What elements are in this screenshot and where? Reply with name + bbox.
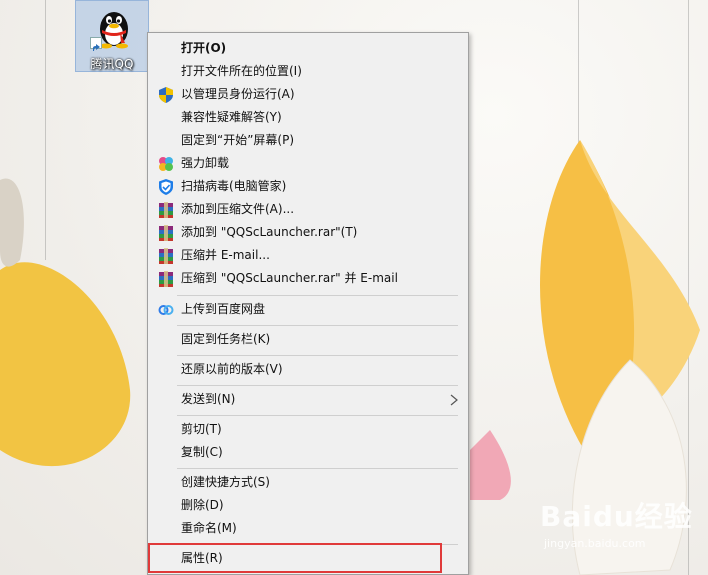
menu-item-cut[interactable]: 剪切(T) — [149, 418, 467, 441]
winrar-icon — [159, 271, 173, 287]
wallpaper-petal-left — [0, 178, 131, 467]
desktop-icon-label: 腾讯QQ — [90, 57, 134, 71]
menu-item-label: 添加到 "QQScLauncher.rar"(T) — [181, 225, 358, 239]
menu-item-label: 压缩并 E-mail... — [181, 248, 270, 262]
baidu-jingyan-watermark: Baidu经验 jingyan.baidu.com — [540, 495, 705, 555]
menu-item-compress-to-rar-email[interactable]: 压缩到 "QQScLauncher.rar" 并 E-mail — [149, 267, 467, 290]
menu-item-label: 剪切(T) — [181, 422, 222, 436]
menu-item-label: 打开(O) — [181, 41, 227, 55]
menu-separator — [177, 415, 458, 416]
menu-item-compress-email[interactable]: 压缩并 E-mail... — [149, 244, 467, 267]
winrar-icon — [159, 248, 173, 264]
watermark-text: Baidu经验 — [540, 500, 693, 533]
menu-item-label: 删除(D) — [181, 498, 224, 512]
menu-item-copy[interactable]: 复制(C) — [149, 441, 467, 464]
menu-item-label: 兼容性疑难解答(Y) — [181, 110, 282, 124]
menu-separator — [177, 468, 458, 469]
chevron-right-icon — [450, 394, 458, 406]
winrar-icon — [159, 225, 173, 241]
menu-item-pin-to-taskbar[interactable]: 固定到任务栏(K) — [149, 328, 467, 351]
qq-desktop-shortcut[interactable]: 腾讯QQ — [75, 0, 149, 72]
menu-item-open[interactable]: 打开(O) — [149, 37, 467, 60]
shortcut-arrow-icon — [90, 37, 102, 51]
menu-item-create-shortcut[interactable]: 创建快捷方式(S) — [149, 471, 467, 494]
menu-separator — [177, 325, 458, 326]
menu-item-add-to-rar[interactable]: 添加到 "QQScLauncher.rar"(T) — [149, 221, 467, 244]
wallpaper-string — [578, 0, 579, 150]
menu-item-label: 添加到压缩文件(A)... — [181, 202, 295, 216]
watermark-url: jingyan.baidu.com — [544, 537, 646, 550]
context-menu: 打开(O) 打开文件所在的位置(I) 以管理员身份运行(A) 兼容性疑难解答(Y… — [147, 32, 469, 575]
menu-item-label: 重命名(M) — [181, 521, 237, 535]
menu-item-delete[interactable]: 删除(D) — [149, 494, 467, 517]
menu-item-label: 创建快捷方式(S) — [181, 475, 270, 489]
menu-item-send-to[interactable]: 发送到(N) — [149, 388, 467, 411]
menu-item-restore-previous-versions[interactable]: 还原以前的版本(V) — [149, 358, 467, 381]
menu-item-label: 上传到百度网盘 — [181, 302, 266, 316]
menu-item-virus-scan[interactable]: 扫描病毒(电脑管家) — [149, 175, 467, 198]
menu-item-label: 扫描病毒(电脑管家) — [181, 179, 287, 193]
menu-item-label: 复制(C) — [181, 445, 223, 459]
menu-item-label: 还原以前的版本(V) — [181, 362, 283, 376]
menu-item-label: 压缩到 "QQScLauncher.rar" 并 E-mail — [181, 271, 398, 285]
menu-item-run-as-admin[interactable]: 以管理员身份运行(A) — [149, 83, 467, 106]
winrar-icon — [159, 202, 173, 218]
menu-item-compat-troubleshoot[interactable]: 兼容性疑难解答(Y) — [149, 106, 467, 129]
menu-item-label: 强力卸载 — [181, 156, 230, 170]
menu-separator — [177, 295, 458, 296]
menu-item-label: 固定到任务栏(K) — [181, 332, 271, 346]
menu-item-force-uninstall[interactable]: 强力卸载 — [149, 152, 467, 175]
menu-item-add-to-archive[interactable]: 添加到压缩文件(A)... — [149, 198, 467, 221]
menu-item-label: 固定到“开始”屏幕(P) — [181, 133, 295, 147]
pc-manager-shield-icon — [159, 179, 173, 195]
menu-separator — [177, 385, 458, 386]
menu-item-label: 发送到(N) — [181, 392, 236, 406]
menu-separator — [177, 544, 458, 545]
menu-item-properties[interactable]: 属性(R) — [149, 547, 467, 570]
uac-shield-icon — [159, 87, 173, 103]
baidu-netdisk-icon — [158, 305, 174, 315]
menu-item-rename[interactable]: 重命名(M) — [149, 517, 467, 540]
menu-item-pin-to-start[interactable]: 固定到“开始”屏幕(P) — [149, 129, 467, 152]
menu-item-open-file-location[interactable]: 打开文件所在的位置(I) — [149, 60, 467, 83]
menu-item-upload-baidu-netdisk[interactable]: 上传到百度网盘 — [149, 298, 467, 321]
menu-item-label: 属性(R) — [181, 551, 223, 565]
uninstall-clover-icon — [159, 157, 173, 171]
menu-item-label: 打开文件所在的位置(I) — [181, 64, 302, 78]
menu-separator — [177, 355, 458, 356]
menu-item-label: 以管理员身份运行(A) — [181, 87, 295, 101]
